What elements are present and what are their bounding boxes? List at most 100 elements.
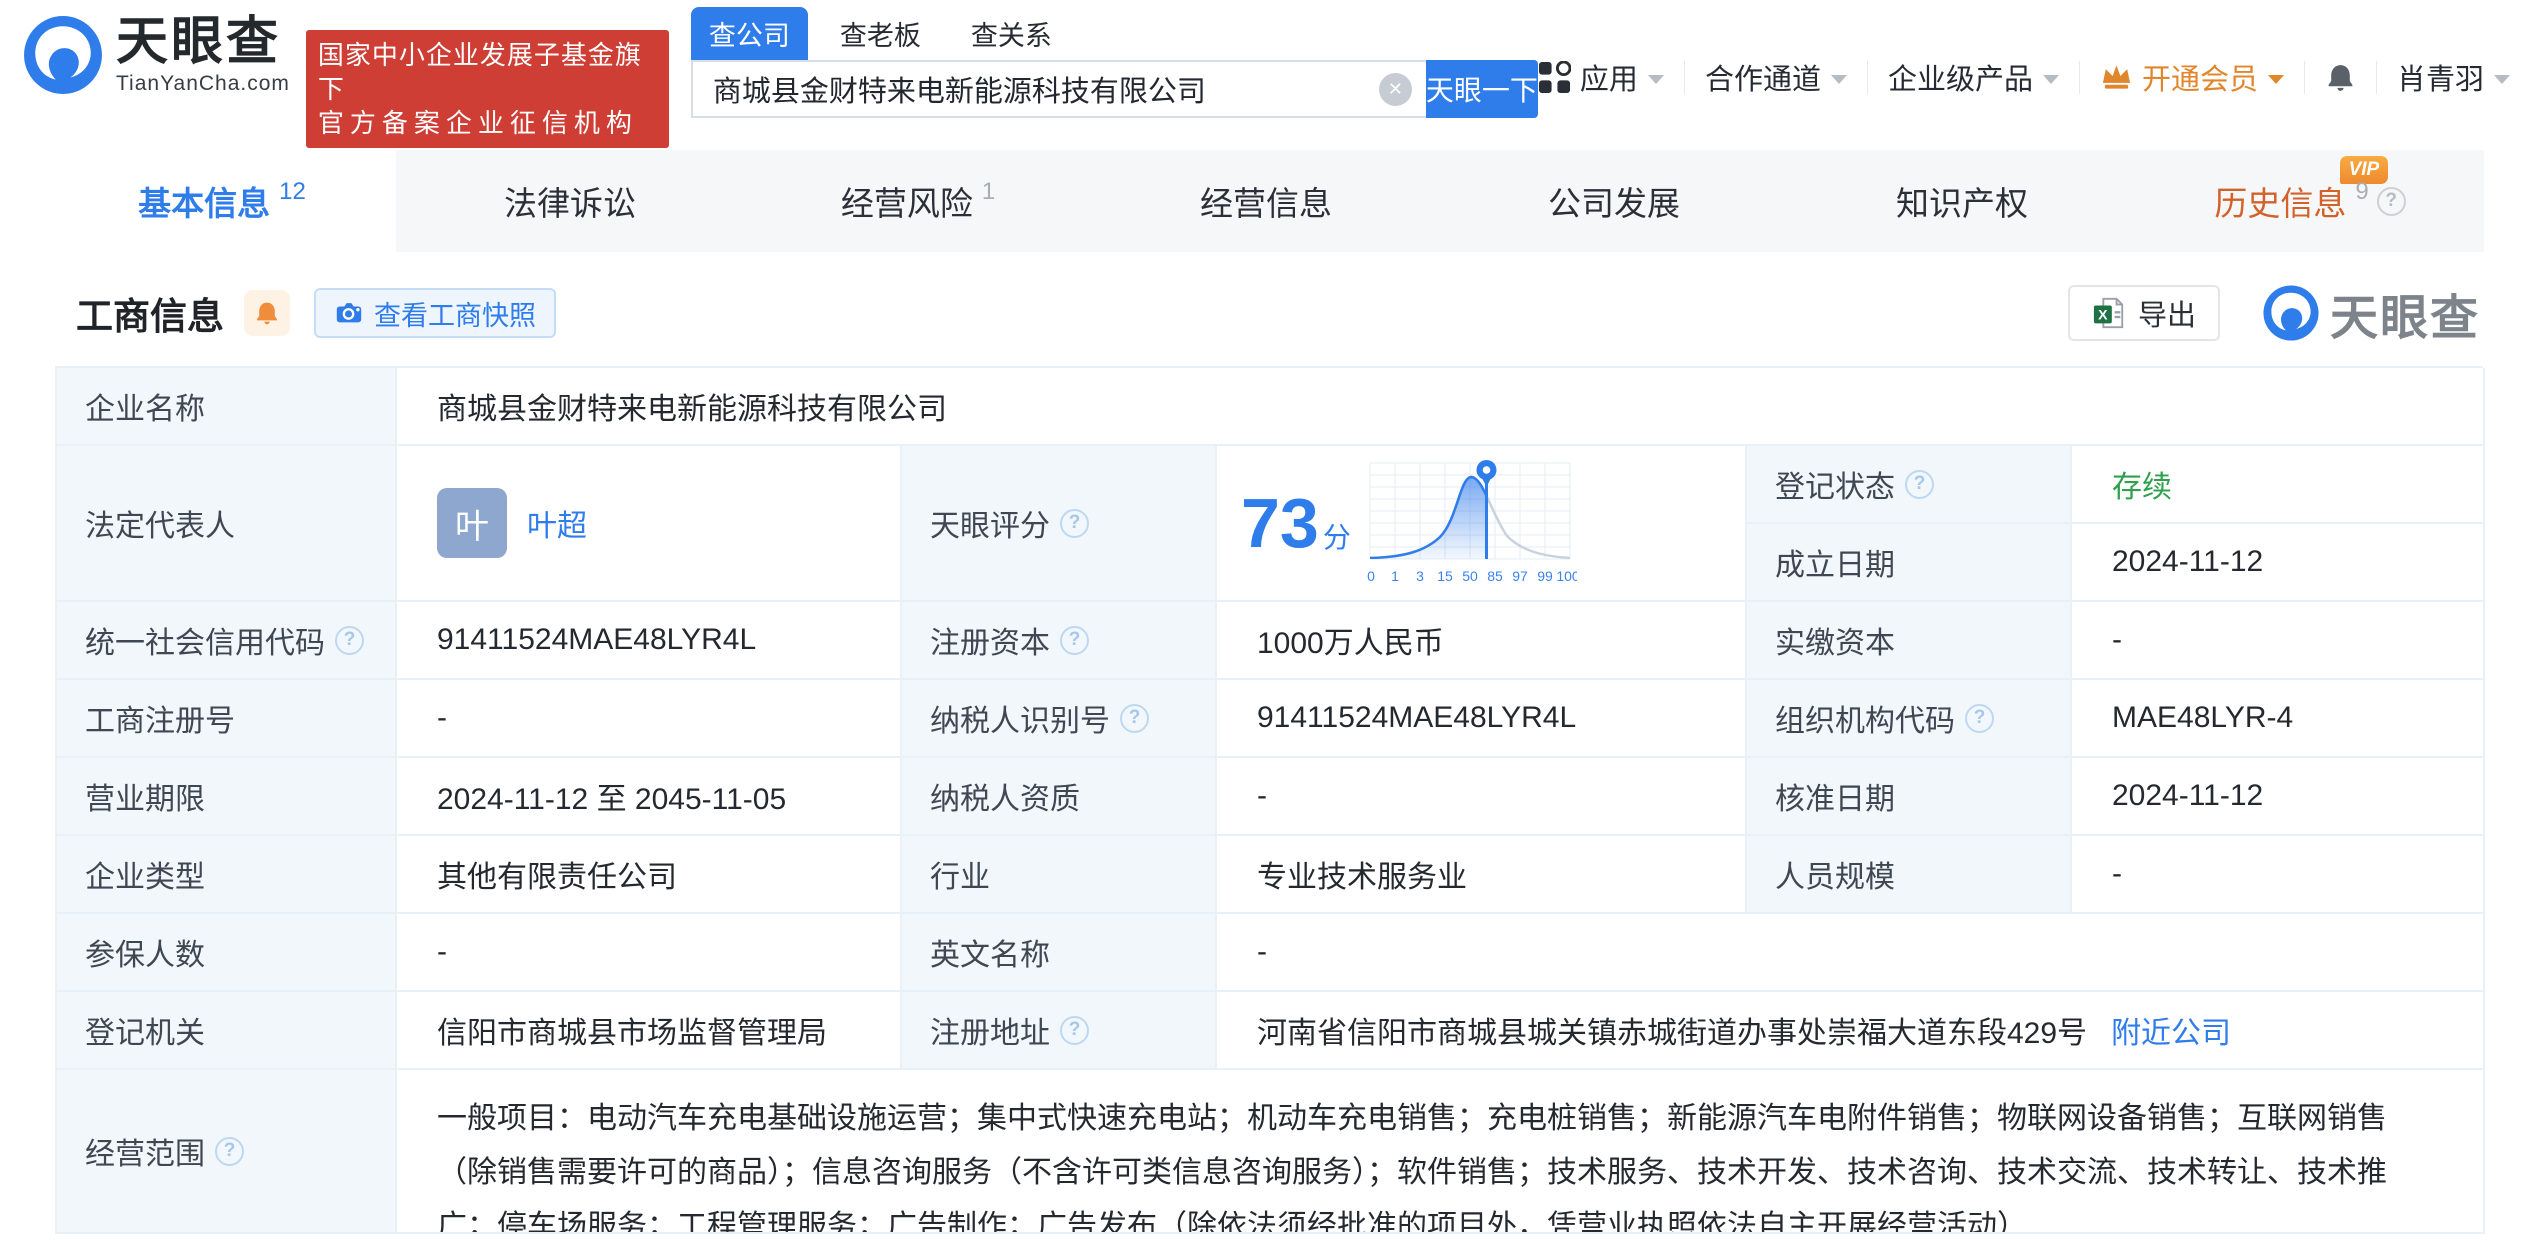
- legal-rep-link[interactable]: 叶超: [527, 501, 587, 545]
- field-value-est-date: 2024-11-12: [2072, 524, 2485, 602]
- certification-badge: 国家中小企业发展子基金旗下 官方备案企业征信机构: [306, 30, 669, 148]
- cert-line2: 官方备案企业征信机构: [318, 106, 657, 140]
- search-tab-relation[interactable]: 查关系: [953, 7, 1070, 60]
- export-button[interactable]: X 导出: [2068, 285, 2220, 341]
- business-info-table: 企业名称 商城县金财特来电新能源科技有限公司 法定代表人 叶 叶超 登记状态? …: [55, 366, 2483, 1234]
- camera-icon: [334, 298, 364, 328]
- subscribe-bell-button[interactable]: [244, 290, 290, 336]
- chevron-down-icon: [2268, 75, 2284, 84]
- field-label-english-name: 英文名称: [902, 914, 1217, 992]
- field-label-reg-capital: 注册资本?: [902, 602, 1217, 680]
- svg-text:3: 3: [1416, 568, 1424, 584]
- divider: [2376, 61, 2377, 94]
- svg-text:99: 99: [1537, 568, 1553, 584]
- svg-text:85: 85: [1487, 568, 1503, 584]
- field-label-tyc-score: 天眼评分?: [902, 446, 1217, 602]
- apps-grid-icon: [1538, 61, 1571, 94]
- chevron-down-icon: [2494, 75, 2510, 84]
- nav-user[interactable]: 肖青羽: [2397, 56, 2510, 98]
- field-label-reg-number: 工商注册号: [57, 680, 397, 758]
- legal-rep-avatar[interactable]: 叶: [437, 488, 507, 558]
- divider: [2079, 61, 2080, 94]
- search-area: 查公司 查老板 查关系 ✕ 天眼一下: [691, 14, 1538, 118]
- field-value-business-term: 2024-11-12 至 2045-11-05: [397, 758, 902, 836]
- tab-operating-info[interactable]: 经营信息: [1092, 150, 1440, 252]
- watermark-text: 天眼查: [2330, 278, 2480, 348]
- tab-basic-label: 基本信息: [138, 177, 270, 225]
- help-icon[interactable]: ?: [1060, 1016, 1089, 1045]
- tianyancha-watermark: 天眼查: [2262, 278, 2480, 348]
- field-label-reg-status: 登记状态?: [1747, 446, 2072, 524]
- divider: [1684, 61, 1685, 94]
- help-icon[interactable]: ?: [1905, 470, 1934, 499]
- field-value-tyc-score[interactable]: 73 分: [1217, 446, 1747, 602]
- clear-search-icon[interactable]: ✕: [1379, 73, 1412, 106]
- help-icon[interactable]: ?: [1965, 704, 1994, 733]
- field-value-reg-status: 存续: [2072, 446, 2485, 524]
- nav-apps[interactable]: 应用: [1538, 56, 1664, 98]
- field-label-credit-code: 统一社会信用代码?: [57, 602, 397, 680]
- detail-tab-bar: 基本信息 12 法律诉讼 经营风险 1 经营信息 公司发展 知识产权 VIP 历…: [48, 150, 2484, 252]
- nav-partner[interactable]: 合作通道: [1705, 56, 1847, 98]
- svg-text:1: 1: [1391, 568, 1399, 584]
- help-icon[interactable]: ?: [1060, 626, 1089, 655]
- view-snapshot-label: 查看工商快照: [374, 294, 536, 333]
- svg-text:15: 15: [1437, 568, 1453, 584]
- search-tab-boss[interactable]: 查老板: [822, 7, 939, 60]
- field-value-industry: 专业技术服务业: [1217, 836, 1747, 914]
- field-value-paid-capital: -: [2072, 602, 2485, 680]
- field-value-staff-size: -: [2072, 836, 2485, 914]
- score-distribution-chart: 0 1 3 15 50 85 97 99 100: [1365, 453, 1577, 593]
- field-value-reg-authority: 信阳市商城县市场监督管理局: [397, 992, 902, 1070]
- svg-text:X: X: [2098, 308, 2108, 324]
- nearby-companies-link[interactable]: 附近公司: [2111, 1008, 2231, 1052]
- field-label-business-term: 营业期限: [57, 758, 397, 836]
- notification-bell-icon[interactable]: [2325, 62, 2356, 93]
- tab-basic-info[interactable]: 基本信息 12: [48, 150, 396, 252]
- field-label-insured-count: 参保人数: [57, 914, 397, 992]
- field-value-english-name: -: [1217, 914, 2485, 992]
- tianyancha-logo[interactable]: 天眼查 TianYanCha.com: [22, 14, 290, 96]
- tab-risk[interactable]: 经营风险 1: [744, 150, 1092, 252]
- help-icon[interactable]: ?: [335, 626, 364, 655]
- divider: [2304, 61, 2305, 94]
- field-label-company-type: 企业类型: [57, 836, 397, 914]
- cert-line1: 国家中小企业发展子基金旗下: [318, 38, 657, 106]
- nav-partner-label: 合作通道: [1705, 56, 1821, 98]
- score-unit: 分: [1323, 516, 1351, 556]
- field-label-company-name: 企业名称: [57, 368, 397, 446]
- svg-text:0: 0: [1367, 568, 1375, 584]
- search-tab-company[interactable]: 查公司: [691, 7, 808, 60]
- search-input[interactable]: [691, 60, 1426, 118]
- field-label-paid-capital: 实缴资本: [1747, 602, 2072, 680]
- nav-enterprise[interactable]: 企业级产品: [1888, 56, 2059, 98]
- tab-history-count: 9: [2355, 178, 2368, 206]
- field-value-org-code: MAE48LYR-4: [2072, 680, 2485, 758]
- help-icon[interactable]: ?: [1060, 509, 1089, 538]
- score-number: 73: [1241, 488, 1319, 558]
- tab-history-info[interactable]: VIP 历史信息 9 ?: [2136, 150, 2484, 252]
- field-label-est-date: 成立日期: [1747, 524, 2072, 602]
- field-label-legal-rep: 法定代表人: [57, 446, 397, 602]
- field-value-business-scope: 一般项目：电动汽车充电基础设施运营；集中式快速充电站；机动车充电销售；充电桩销售…: [397, 1070, 2485, 1234]
- chevron-down-icon: [1648, 75, 1664, 84]
- tab-company-development[interactable]: 公司发展: [1440, 150, 1788, 252]
- svg-text:100: 100: [1556, 568, 1577, 584]
- field-value-legal-rep: 叶 叶超: [397, 446, 902, 602]
- view-snapshot-button[interactable]: 查看工商快照: [314, 288, 556, 338]
- divider: [1867, 61, 1868, 94]
- field-value-company-name: 商城县金财特来电新能源科技有限公司: [397, 368, 2485, 446]
- nav-vip-upgrade[interactable]: 开通会员: [2100, 56, 2284, 98]
- svg-text:97: 97: [1512, 568, 1528, 584]
- help-icon[interactable]: ?: [215, 1137, 244, 1166]
- help-icon[interactable]: ?: [2377, 187, 2406, 216]
- tab-legal[interactable]: 法律诉讼: [396, 150, 744, 252]
- field-label-approval-date: 核准日期: [1747, 758, 2072, 836]
- field-value-reg-capital: 1000万人民币: [1217, 602, 1747, 680]
- tab-intellectual-property[interactable]: 知识产权: [1788, 150, 2136, 252]
- field-label-business-scope: 经营范围?: [57, 1070, 397, 1234]
- nav-vip-label: 开通会员: [2142, 56, 2258, 98]
- top-nav: 应用 合作通道 企业级产品 开通会员 肖青羽: [1538, 56, 2510, 98]
- search-button[interactable]: 天眼一下: [1426, 60, 1538, 118]
- help-icon[interactable]: ?: [1120, 704, 1149, 733]
